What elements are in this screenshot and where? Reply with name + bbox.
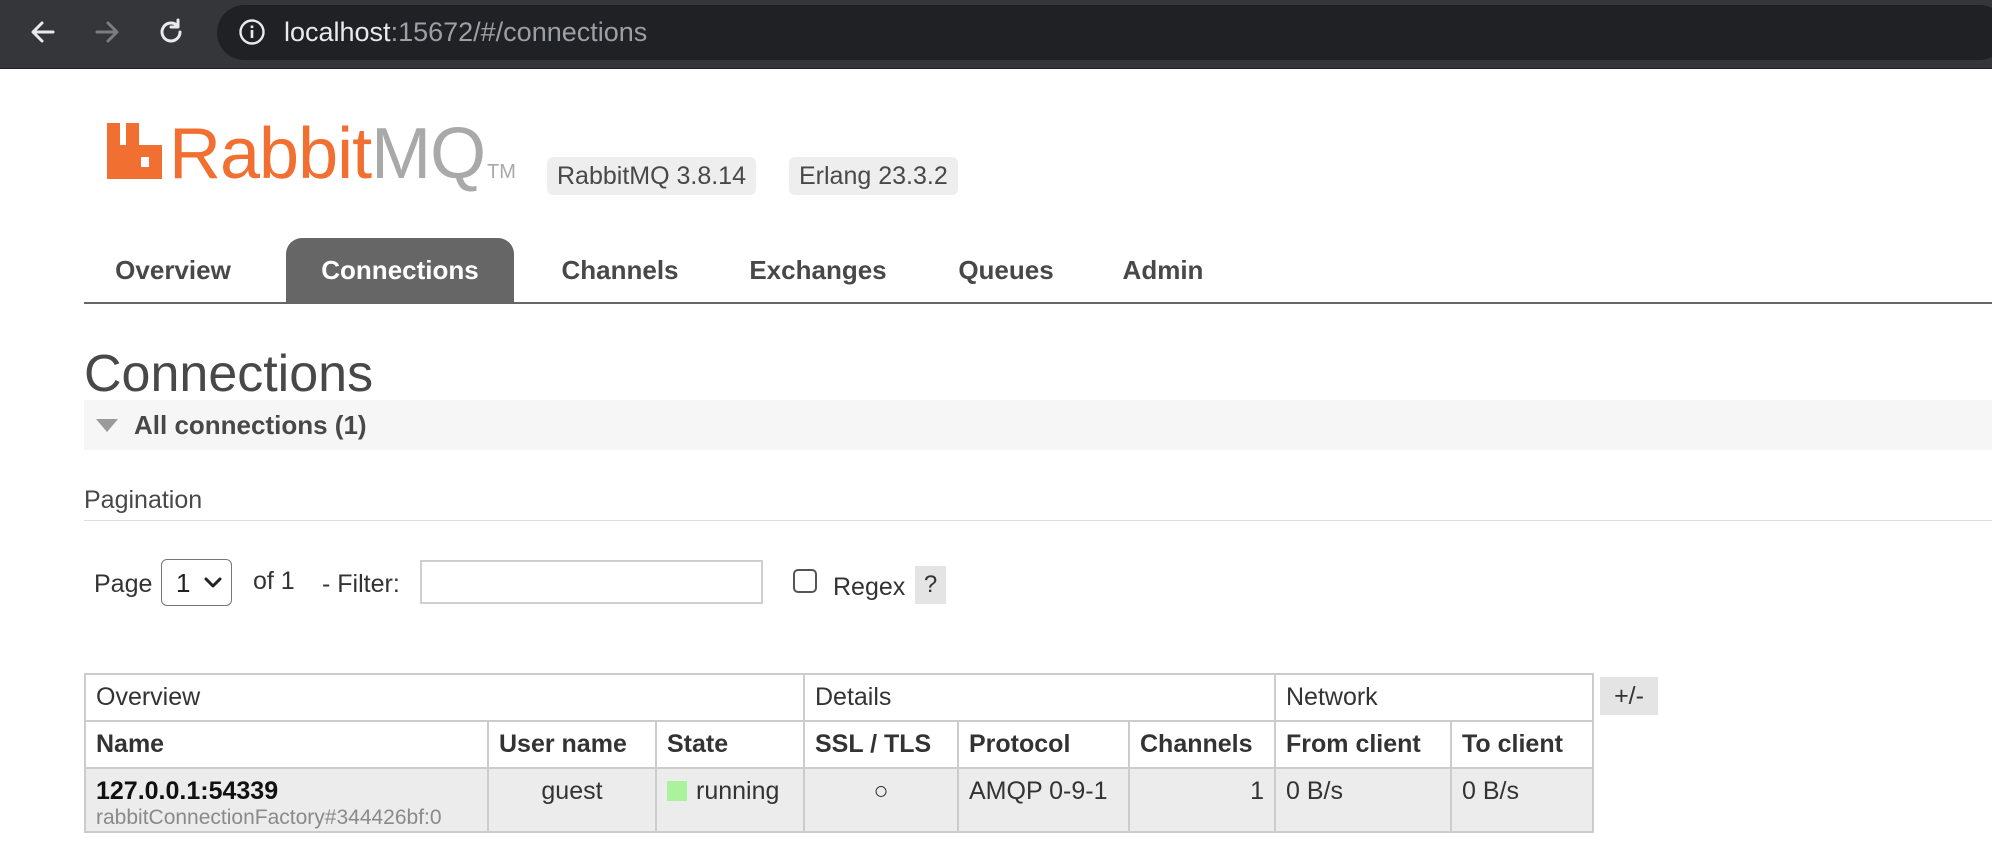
info-icon[interactable] [238, 18, 266, 46]
column-header-name[interactable]: Name [84, 720, 489, 769]
column-toggle-button[interactable]: +/- [1600, 677, 1658, 715]
logo-trademark: TM [487, 161, 516, 183]
regex-checkbox[interactable] [793, 569, 817, 593]
regex-label: Regex [833, 573, 906, 601]
connection-client-name: rabbitConnectionFactory#344426bf:0 [96, 806, 442, 829]
tab-queues[interactable]: Queues [936, 238, 1076, 302]
reload-icon[interactable] [151, 12, 191, 52]
page-of-label: of 1 [253, 567, 295, 595]
column-header-protocol[interactable]: Protocol [957, 720, 1130, 769]
url-path: :15672/#/connections [390, 17, 648, 47]
filter-input[interactable] [420, 560, 763, 604]
browser-toolbar: localhost:15672/#/connections [0, 0, 1992, 69]
group-header-overview: Overview [84, 673, 805, 722]
page-title: Connections [84, 345, 374, 403]
url-host: localhost [284, 17, 391, 47]
connection-name-cell: 127.0.0.1:54339 rabbitConnectionFactory#… [84, 767, 489, 833]
state-text: running [696, 777, 780, 805]
column-header-from-client[interactable]: From client [1274, 720, 1452, 769]
connections-table: Overview Details Network Name User name … [84, 673, 1594, 833]
column-header-to-client[interactable]: To client [1450, 720, 1594, 769]
section-title: All connections (1) [134, 410, 367, 440]
ssl-tls-cell: ○ [803, 767, 959, 833]
page-select[interactable]: 1 [161, 559, 232, 606]
tab-channels[interactable]: Channels [536, 238, 704, 302]
url-text: localhost:15672/#/connections [284, 15, 647, 49]
user-name-cell: guest [487, 767, 657, 833]
pagination-divider [84, 520, 1992, 521]
rabbit-logo-icon [107, 123, 162, 179]
all-connections-section-header[interactable]: All connections (1) [84, 400, 1992, 450]
tab-admin[interactable]: Admin [1096, 238, 1230, 302]
connection-name-link[interactable]: 127.0.0.1:54339 [96, 777, 477, 805]
column-header-channels[interactable]: Channels [1128, 720, 1276, 769]
tab-overview[interactable]: Overview [84, 238, 262, 302]
pagination-label: Pagination [84, 486, 203, 514]
column-header-ssl-tls[interactable]: SSL / TLS [803, 720, 959, 769]
group-header-details: Details [803, 673, 1276, 722]
channels-cell: 1 [1128, 767, 1276, 833]
back-arrow-icon[interactable] [23, 12, 63, 52]
logo-rabbit-text: Rabbit [169, 114, 372, 194]
page-select-value: 1 [176, 568, 191, 598]
tab-connections[interactable]: Connections [286, 238, 514, 302]
state-running-indicator [667, 781, 687, 801]
regex-help-button[interactable]: ? [915, 566, 946, 604]
erlang-version-badge: Erlang 23.3.2 [789, 157, 958, 195]
chevron-down-icon [204, 577, 222, 588]
forward-arrow-icon[interactable] [87, 12, 127, 52]
column-header-state[interactable]: State [655, 720, 805, 769]
from-client-cell: 0 B/s [1274, 767, 1452, 833]
main-nav-tabs: Overview Connections Channels Exchanges … [84, 238, 1992, 304]
protocol-cell: AMQP 0-9-1 [957, 767, 1130, 833]
filter-label: - Filter: [322, 570, 400, 598]
logo-mq-text: MQ [371, 114, 486, 194]
logo-wordmark: RabbitMQ [169, 113, 486, 195]
page-label: Page [94, 570, 153, 598]
table-row: 127.0.0.1:54339 rabbitConnectionFactory#… [84, 767, 1594, 833]
state-cell: running [655, 767, 805, 833]
tab-exchanges[interactable]: Exchanges [722, 238, 914, 302]
rabbitmq-page: RabbitMQ TM RabbitMQ 3.8.14 Erlang 23.3.… [0, 70, 1992, 848]
rabbitmq-version-badge: RabbitMQ 3.8.14 [547, 157, 756, 195]
collapse-triangle-icon [96, 419, 118, 432]
column-header-user-name[interactable]: User name [487, 720, 657, 769]
group-header-network: Network [1274, 673, 1594, 722]
to-client-cell: 0 B/s [1450, 767, 1594, 833]
